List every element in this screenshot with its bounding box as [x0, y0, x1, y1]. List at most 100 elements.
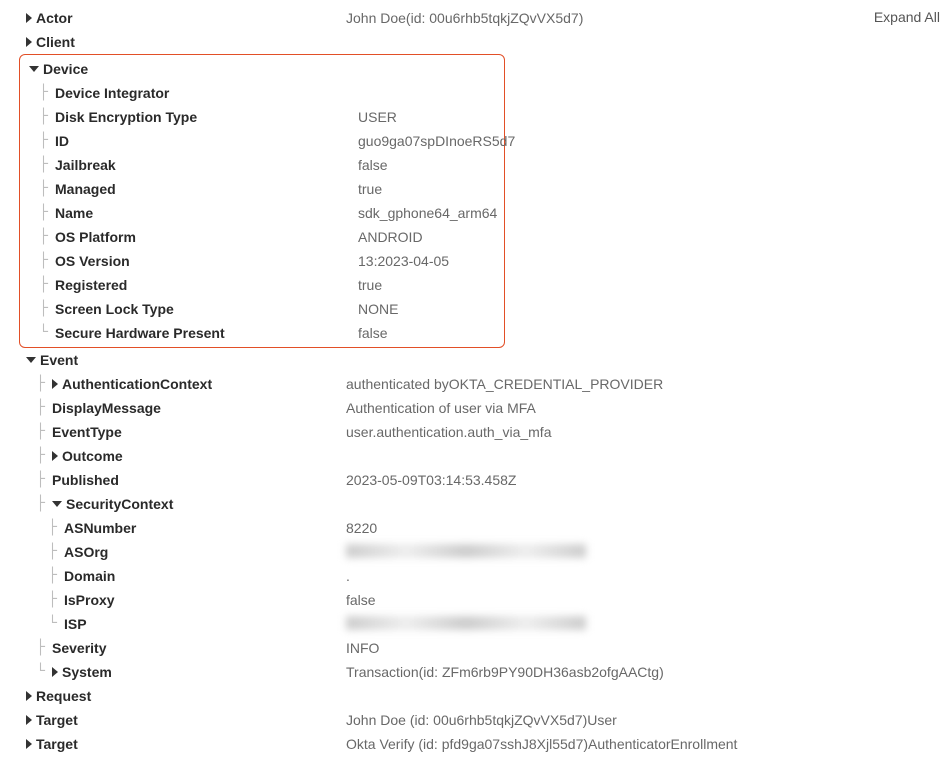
tree-tee-icon: ├: [36, 641, 52, 655]
device-jailbreak-row: ├ Jailbreak false: [22, 153, 502, 177]
device-diskenc-value: USER: [358, 109, 397, 125]
device-registered-value: true: [358, 277, 382, 293]
chevron-right-icon: [26, 739, 32, 749]
seccontext-domain-row: ├ Domain .: [10, 564, 940, 588]
device-integrator-label: Device Integrator: [55, 85, 169, 101]
event-label: Event: [40, 352, 78, 368]
event-authcontext-value: authenticated byOKTA_CREDENTIAL_PROVIDER: [346, 376, 663, 392]
device-osversion-value: 13:2023-04-05: [358, 253, 449, 269]
device-jailbreak-label: Jailbreak: [55, 157, 116, 173]
device-screenlock-row: ├ Screen Lock Type NONE: [22, 297, 502, 321]
seccontext-isproxy-row: ├ IsProxy false: [10, 588, 940, 612]
tree-elbow-icon: └: [39, 326, 55, 340]
device-integrator-row: ├ Device Integrator: [22, 81, 502, 105]
section-request[interactable]: Request: [10, 684, 940, 708]
device-managed-label: Managed: [55, 181, 116, 197]
client-label: Client: [36, 34, 75, 50]
event-system-value: Transaction(id: ZFm6rb9PY90DH36asb2ofgAA…: [346, 664, 664, 680]
tree-tee-icon: ├: [36, 473, 52, 487]
tree-tee-icon: ├: [39, 110, 55, 124]
target1-value: John Doe (id: 00u6rhb5tqkjZQvVX5d7)User: [346, 712, 617, 728]
chevron-right-icon: [52, 451, 58, 461]
event-displaymsg-row: ├ DisplayMessage Authentication of user …: [10, 396, 940, 420]
section-client[interactable]: Client: [10, 30, 940, 54]
device-registered-label: Registered: [55, 277, 127, 293]
tree-tee-icon: ├: [36, 425, 52, 439]
tree-tee-icon: ├: [39, 278, 55, 292]
event-eventtype-row: ├ EventType user.authentication.auth_via…: [10, 420, 940, 444]
event-eventtype-value: user.authentication.auth_via_mfa: [346, 424, 551, 440]
device-securehw-row: └ Secure Hardware Present false: [22, 321, 502, 345]
seccontext-isproxy-value: false: [346, 592, 376, 608]
device-id-label: ID: [55, 133, 69, 149]
event-published-row: ├ Published 2023-05-09T03:14:53.458Z: [10, 468, 940, 492]
chevron-right-icon: [52, 379, 58, 389]
device-id-row: ├ ID guo9ga07spDInoeRS5d7: [22, 129, 502, 153]
seccontext-asorg-value: [346, 544, 586, 561]
chevron-right-icon: [26, 691, 32, 701]
device-screenlock-label: Screen Lock Type: [55, 301, 174, 317]
device-jailbreak-value: false: [358, 157, 388, 173]
device-name-label: Name: [55, 205, 93, 221]
tree-tee-icon: ├: [39, 182, 55, 196]
section-target-2[interactable]: Target Okta Verify (id: pfd9ga07sshJ8Xjl…: [10, 732, 940, 756]
section-event[interactable]: Event: [10, 348, 940, 372]
section-device[interactable]: Device: [22, 57, 502, 81]
device-securehw-label: Secure Hardware Present: [55, 325, 225, 341]
event-system-row[interactable]: └ System Transaction(id: ZFm6rb9PY90DH36…: [10, 660, 940, 684]
device-osplatform-label: OS Platform: [55, 229, 136, 245]
device-diskenc-label: Disk Encryption Type: [55, 109, 197, 125]
device-highlight-box: Device ├ Device Integrator ├ Disk Encryp…: [19, 54, 505, 348]
device-osplatform-value: ANDROID: [358, 229, 423, 245]
event-displaymsg-value: Authentication of user via MFA: [346, 400, 536, 416]
tree-tee-icon: ├: [39, 206, 55, 220]
device-managed-value: true: [358, 181, 382, 197]
seccontext-asnumber-label: ASNumber: [64, 520, 136, 536]
tree-tee-icon: ├: [36, 497, 52, 511]
chevron-right-icon: [26, 715, 32, 725]
chevron-down-icon: [52, 501, 62, 507]
tree-tee-icon: ├: [39, 254, 55, 268]
tree-elbow-icon: └: [36, 665, 52, 679]
request-label: Request: [36, 688, 91, 704]
device-securehw-value: false: [358, 325, 388, 341]
chevron-right-icon: [26, 13, 32, 23]
event-published-value: 2023-05-09T03:14:53.458Z: [346, 472, 516, 488]
tree-tee-icon: ├: [48, 545, 64, 559]
event-severity-row: ├ Severity INFO: [10, 636, 940, 660]
event-published-label: Published: [52, 472, 119, 488]
section-target-1[interactable]: Target John Doe (id: 00u6rhb5tqkjZQvVX5d…: [10, 708, 940, 732]
seccontext-asorg-label: ASOrg: [64, 544, 108, 560]
seccontext-domain-value: .: [346, 568, 350, 584]
seccontext-asnumber-value: 8220: [346, 520, 377, 536]
tree-tee-icon: ├: [48, 569, 64, 583]
event-outcome-row[interactable]: ├ Outcome: [10, 444, 940, 468]
chevron-right-icon: [26, 37, 32, 47]
tree-tee-icon: ├: [39, 86, 55, 100]
seccontext-isproxy-label: IsProxy: [64, 592, 115, 608]
seccontext-asnumber-row: ├ ASNumber 8220: [10, 516, 940, 540]
seccontext-isp-value: [346, 616, 586, 633]
chevron-down-icon: [26, 357, 36, 363]
tree-tee-icon: ├: [39, 158, 55, 172]
device-managed-row: ├ Managed true: [22, 177, 502, 201]
device-diskenc-row: ├ Disk Encryption Type USER: [22, 105, 502, 129]
seccontext-domain-label: Domain: [64, 568, 115, 584]
event-authcontext-row[interactable]: ├ AuthenticationContext authenticated by…: [10, 372, 940, 396]
device-screenlock-value: NONE: [358, 301, 398, 317]
tree-tee-icon: ├: [48, 593, 64, 607]
tree-tee-icon: ├: [36, 377, 52, 391]
event-seccontext-label: SecurityContext: [66, 496, 173, 512]
tree-tee-icon: ├: [36, 449, 52, 463]
event-seccontext-row[interactable]: ├ SecurityContext: [10, 492, 940, 516]
device-osversion-label: OS Version: [55, 253, 130, 269]
chevron-down-icon: [29, 66, 39, 72]
event-eventtype-label: EventType: [52, 424, 122, 440]
event-outcome-label: Outcome: [62, 448, 123, 464]
section-actor[interactable]: Actor John Doe(id: 00u6rhb5tqkjZQvVX5d7): [10, 6, 940, 30]
seccontext-asorg-row: ├ ASOrg: [10, 540, 940, 564]
event-authcontext-label: AuthenticationContext: [62, 376, 212, 392]
actor-label: Actor: [36, 10, 73, 26]
tree-tee-icon: ├: [36, 401, 52, 415]
device-name-value: sdk_gphone64_arm64: [358, 205, 497, 221]
